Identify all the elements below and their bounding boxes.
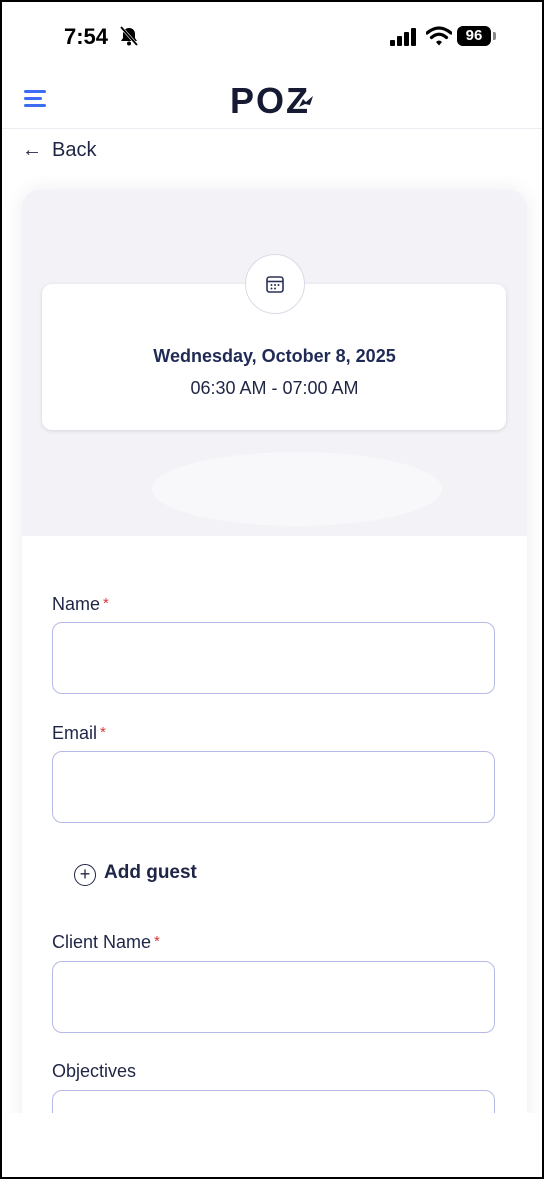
booking-date: Wednesday, October 8, 2025 (153, 346, 396, 366)
back-link[interactable]: ← Back (22, 139, 96, 162)
required-marker: * (103, 595, 109, 612)
arrow-left-icon: ← (22, 139, 42, 161)
phone-screen: 7:54 96 POZ ← Back Wednesday, October 8,… (0, 0, 544, 1179)
plus-circle-icon: + (74, 864, 96, 886)
battery-nub (493, 32, 496, 40)
bottom-safe-area (2, 1113, 542, 1177)
name-label: Name * (52, 594, 109, 614)
bell-slash-icon (119, 26, 139, 46)
name-input[interactable] (52, 622, 495, 694)
cellular-signal-icon (390, 28, 416, 46)
status-time: 7:54 (64, 24, 109, 49)
email-label: Email * (52, 723, 106, 743)
booking-card: Wednesday, October 8, 2025 06:30 AM - 07… (22, 190, 527, 1177)
logo-mark-icon (299, 96, 313, 107)
add-guest-button[interactable]: + Add guest (74, 862, 197, 886)
add-guest-label: Add guest (104, 862, 197, 883)
battery-level: 96 (457, 26, 491, 46)
calendar-icon (266, 276, 284, 293)
client-name-input[interactable] (52, 961, 495, 1033)
booking-time-range: 06:30 AM - 07:00 AM (190, 378, 359, 398)
hamburger-menu-icon[interactable] (24, 90, 46, 108)
email-input[interactable] (52, 751, 495, 823)
back-label: Back (52, 139, 97, 161)
client-name-label: Client Name * (52, 932, 160, 952)
app-header: POZ (2, 72, 542, 129)
required-marker: * (154, 933, 160, 950)
required-marker: * (100, 724, 106, 741)
booking-summary-panel: Wednesday, October 8, 2025 06:30 AM - 07… (22, 190, 527, 536)
wifi-icon (426, 26, 452, 46)
objectives-label: Objectives (52, 1061, 137, 1081)
placeholder-blur (152, 452, 442, 526)
calendar-icon-badge (245, 254, 305, 314)
status-bar: 7:54 96 (2, 2, 542, 72)
